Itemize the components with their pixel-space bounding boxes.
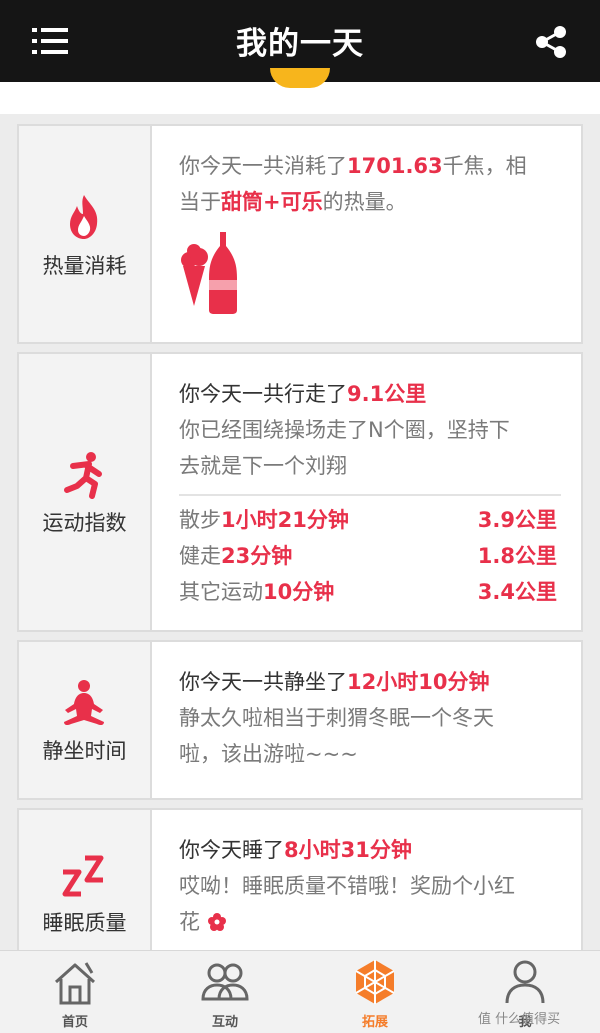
calories-text: 你今天一共消耗了 xyxy=(179,154,347,178)
person-icon xyxy=(505,960,545,1004)
exercise-row-distance: 3.4公里 xyxy=(477,580,557,604)
sleep-duration-value: 8小时31分钟 xyxy=(284,838,412,862)
sleep-text: 你今天睡了 xyxy=(179,838,284,862)
exercise-divider xyxy=(179,494,561,496)
exercise-row-distance: 3.9公里 xyxy=(477,508,557,532)
exercise-distance-value: 9.1公里 xyxy=(347,382,427,406)
exercise-row-name: 健走 xyxy=(179,544,221,568)
sedentary-body: 你今天一共静坐了12小时10分钟 静太久啦相当于刺猬冬眠一个冬天 啦，该出游啦~… xyxy=(179,664,561,772)
sleep-zz-icon xyxy=(62,855,104,897)
sleep-card[interactable]: 睡眠质量 你今天睡了8小时31分钟 哎呦！睡眠质量不错哦！奖励个小红 花 xyxy=(17,808,583,950)
tab-home[interactable]: 首页 xyxy=(0,951,150,1033)
exercise-text: 你今天一共行走了 xyxy=(179,382,347,406)
food-plus-text: + xyxy=(263,190,281,214)
sleep-label: 睡眠质量 xyxy=(42,911,127,935)
sedentary-text: 你今天一共静坐了 xyxy=(179,670,347,694)
sleep-line-1: 你今天睡了8小时31分钟 xyxy=(179,832,561,868)
sedentary-line-1: 你今天一共静坐了12小时10分钟 xyxy=(179,664,561,700)
sedentary-side: 静坐时间 xyxy=(19,642,152,798)
exercise-row-name: 其它运动 xyxy=(179,580,263,604)
cards-list[interactable]: 热量消耗 你今天一共消耗了1701.63千焦，相 当于甜筒+可乐的热量。 运动指… xyxy=(0,114,600,950)
exercise-line-1: 你今天一共行走了9.1公里 xyxy=(179,376,561,412)
food-icecream-text: 甜筒 xyxy=(221,190,263,214)
calories-line-1: 你今天一共消耗了1701.63千焦，相 xyxy=(179,148,561,184)
exercise-label: 运动指数 xyxy=(42,511,127,535)
tab-expand-label: 拓展 xyxy=(361,1015,388,1030)
sleep-side: 睡眠质量 xyxy=(19,810,152,950)
calories-body: 你今天一共消耗了1701.63千焦，相 当于甜筒+可乐的热量。 xyxy=(179,148,561,319)
sleep-line-3: 花 xyxy=(179,904,561,940)
exercise-row-distance: 1.8公里 xyxy=(477,544,557,568)
exercise-line-2: 你已经围绕操场走了N个圈，坚持下 xyxy=(179,418,510,442)
exercise-row: 散步1小时21分钟 3.9公里 xyxy=(179,502,561,538)
sleep-body: 你今天睡了8小时31分钟 哎呦！睡眠质量不错哦！奖励个小红 花 xyxy=(179,832,561,940)
tab-interact-label: 互动 xyxy=(211,1015,238,1030)
tab-home-label: 首页 xyxy=(61,1015,88,1030)
people-icon xyxy=(201,963,249,1001)
exercise-card[interactable]: 运动指数 你今天一共行走了9.1公里 你已经围绕操场走了N个圈，坚持下 去就是下… xyxy=(17,352,583,632)
exercise-side: 运动指数 xyxy=(19,354,152,630)
sedentary-line-3: 啦，该出游啦~~~ xyxy=(179,742,358,766)
sleep-flower-text: 花 xyxy=(179,910,200,934)
calories-unit-text: 千焦，相 xyxy=(442,154,527,178)
exercise-row-time: 23分钟 xyxy=(221,544,293,568)
food-cola-text: 可乐 xyxy=(280,190,323,214)
running-icon xyxy=(64,452,102,499)
flower-icon xyxy=(207,913,226,931)
exercise-body: 你今天一共行走了9.1公里 你已经围绕操场走了N个圈，坚持下 去就是下一个刘翔 … xyxy=(179,376,561,610)
bottom-tab-bar: 首页 互动 拓展 我 值 什么值得买 xyxy=(0,950,600,1033)
expand-icon xyxy=(355,960,395,1004)
calories-label: 热量消耗 xyxy=(42,254,127,278)
exercise-line-3: 去就是下一个刘翔 xyxy=(179,454,347,478)
calories-equiv-suffix: 的热量。 xyxy=(322,190,407,214)
exercise-row: 健走23分钟 1.8公里 xyxy=(179,538,561,574)
home-icon xyxy=(54,962,96,1005)
meditation-icon xyxy=(64,680,104,726)
tab-interact[interactable]: 互动 xyxy=(150,951,300,1033)
calories-value: 1701.63 xyxy=(347,154,443,178)
sedentary-label: 静坐时间 xyxy=(42,739,127,763)
sun-decoration xyxy=(270,68,330,88)
sedentary-line-2: 静太久啦相当于刺猬冬眠一个冬天 xyxy=(179,706,494,730)
flame-icon xyxy=(70,195,98,239)
icecream-cola-icon xyxy=(181,232,237,314)
exercise-row: 其它运动10分钟 3.4公里 xyxy=(179,574,561,610)
page-title: 我的一天 xyxy=(236,26,364,62)
calories-side: 热量消耗 xyxy=(19,126,152,342)
sedentary-value: 12小时10分钟 xyxy=(347,670,490,694)
calories-card[interactable]: 热量消耗 你今天一共消耗了1701.63千焦，相 当于甜筒+可乐的热量。 xyxy=(17,124,583,344)
exercise-row-time: 1小时21分钟 xyxy=(221,508,349,532)
share-icon[interactable] xyxy=(533,24,569,60)
calories-equiv-text: 当于 xyxy=(179,190,221,214)
tab-expand[interactable]: 拓展 xyxy=(300,951,450,1033)
sedentary-card[interactable]: 静坐时间 你今天一共静坐了12小时10分钟 静太久啦相当于刺猬冬眠一个冬天 啦，… xyxy=(17,640,583,800)
sleep-line-2: 哎呦！睡眠质量不错哦！奖励个小红 xyxy=(179,874,515,898)
exercise-row-time: 10分钟 xyxy=(263,580,335,604)
calories-line-2: 当于甜筒+可乐的热量。 xyxy=(179,184,561,220)
header-strip xyxy=(0,68,600,114)
exercise-row-name: 散步 xyxy=(179,508,221,532)
watermark-text: 值 什么值得买 xyxy=(478,1012,561,1027)
